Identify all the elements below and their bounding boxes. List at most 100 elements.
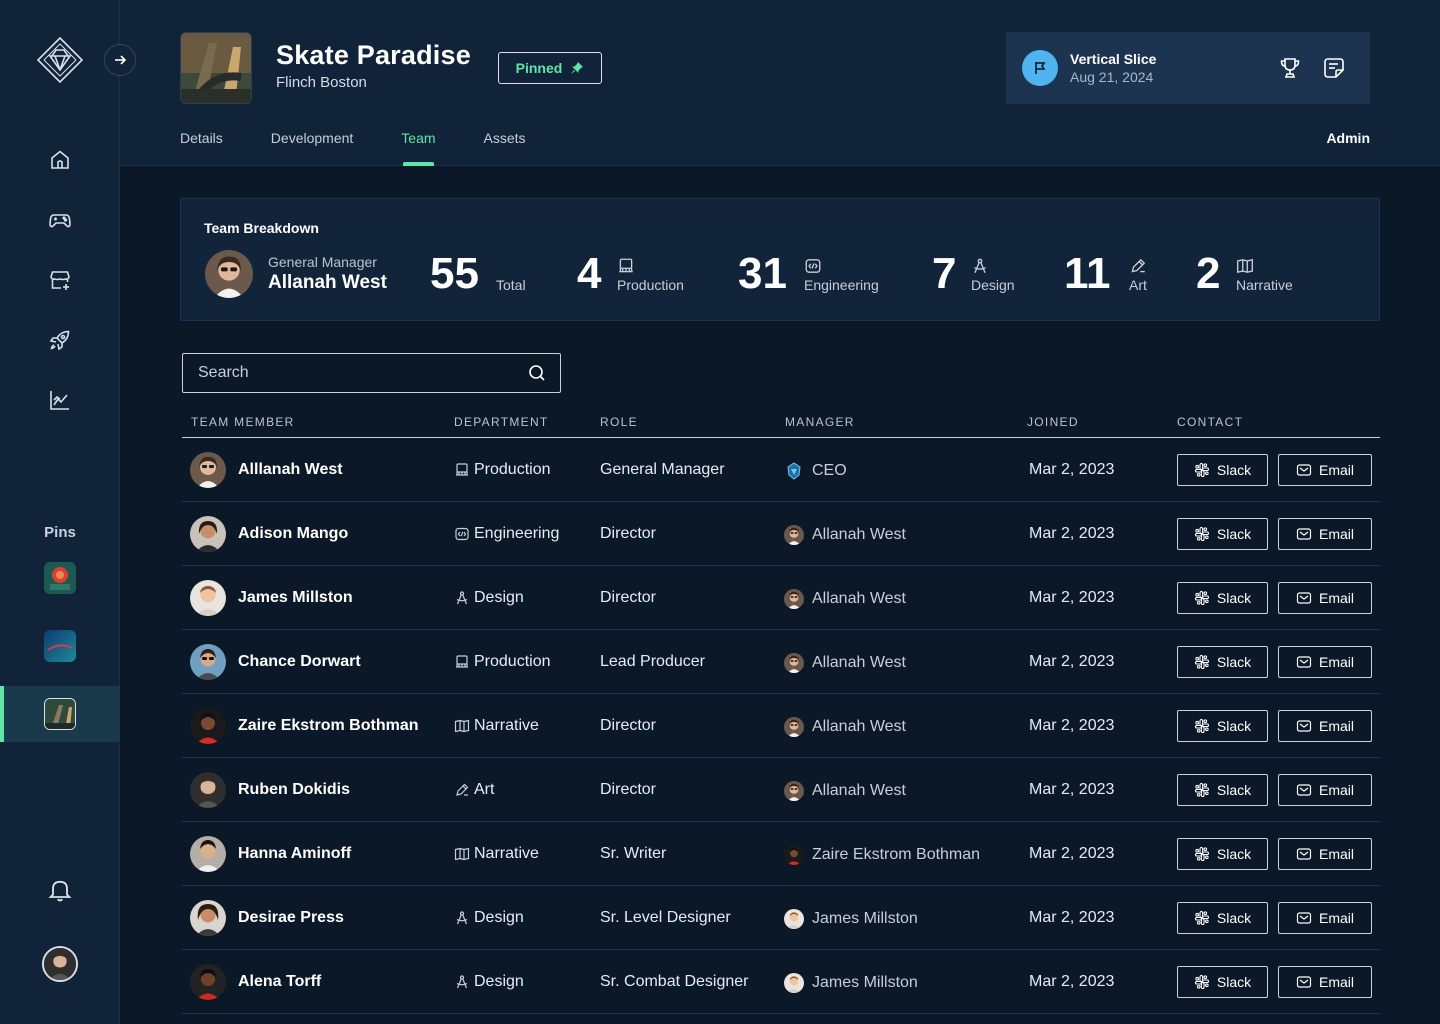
manager-name: CEO xyxy=(812,462,847,479)
col-role[interactable]: ROLE xyxy=(600,415,638,429)
manager-avatar xyxy=(784,461,804,481)
table-row[interactable]: Adison Mango Engineering Director Allanah W… xyxy=(182,502,1380,566)
member-name[interactable]: Ruben Dokidis xyxy=(238,781,350,799)
email-icon xyxy=(1296,974,1312,990)
member-role: Sr. Combat Designer xyxy=(600,973,749,990)
trophy-icon[interactable] xyxy=(1278,56,1302,80)
member-role: Sr. Writer xyxy=(600,845,667,862)
member-name[interactable]: Desirae Press xyxy=(238,909,344,927)
col-manager[interactable]: MANAGER xyxy=(785,415,855,429)
user-avatar[interactable] xyxy=(42,946,78,982)
slack-button[interactable]: Slack xyxy=(1177,710,1268,742)
member-name[interactable]: Alllanah West xyxy=(238,461,343,479)
member-name[interactable]: Alena Torff xyxy=(238,973,321,991)
member-department: Design xyxy=(454,589,524,607)
manager-avatar xyxy=(784,909,804,929)
home-icon[interactable] xyxy=(46,146,74,174)
slack-button[interactable]: Slack xyxy=(1177,646,1268,678)
gamepad-icon[interactable] xyxy=(46,206,74,234)
slack-button[interactable]: Slack xyxy=(1177,454,1268,486)
project-tabs: Details Development Team Assets xyxy=(180,130,574,166)
slack-button[interactable]: Slack xyxy=(1177,774,1268,806)
member-avatar xyxy=(190,964,226,1000)
member-avatar xyxy=(190,452,226,488)
email-button[interactable]: Email xyxy=(1278,518,1372,550)
col-department[interactable]: DEPARTMENT xyxy=(454,415,549,429)
member-name[interactable]: James Millston xyxy=(238,589,353,607)
email-icon xyxy=(1296,526,1312,542)
pinned-project-3[interactable] xyxy=(44,698,76,730)
analytics-icon[interactable] xyxy=(46,386,74,414)
breakdown-title: Team Breakdown xyxy=(204,220,319,236)
notifications-bell-icon[interactable] xyxy=(46,876,74,904)
narrative-icon xyxy=(454,846,470,862)
member-avatar xyxy=(190,580,226,616)
table-row[interactable]: Alllanah West Production General Manager CE… xyxy=(182,438,1380,502)
studio-logo-icon[interactable] xyxy=(36,36,84,84)
member-name[interactable]: Chance Dorwart xyxy=(238,653,361,671)
tab-team[interactable]: Team xyxy=(401,130,436,166)
manager-name: James Millston xyxy=(812,910,918,927)
manager-avatar xyxy=(784,589,804,609)
email-button[interactable]: Email xyxy=(1278,454,1372,486)
team-table-header: TEAM MEMBER DEPARTMENT ROLE MANAGER JOIN… xyxy=(182,412,1380,438)
email-button[interactable]: Email xyxy=(1278,774,1372,806)
slack-button[interactable]: Slack xyxy=(1177,966,1268,998)
general-manager-role: General Manager xyxy=(268,254,377,270)
narrative-icon xyxy=(1236,257,1254,275)
table-row[interactable]: Chance Dorwart Production Lead Producer All… xyxy=(182,630,1380,694)
member-role: Director xyxy=(600,589,657,606)
table-row[interactable]: Hanna Aminoff Narrative Sr. Writer Zaire Ek… xyxy=(182,822,1380,886)
table-row[interactable]: Zaire Ekstrom Bothman Narrative Director Al… xyxy=(182,694,1380,758)
email-button[interactable]: Email xyxy=(1278,966,1372,998)
rocket-icon[interactable] xyxy=(46,326,74,354)
email-button[interactable]: Email xyxy=(1278,582,1372,614)
department-label: Art xyxy=(474,781,495,798)
slack-label: Slack xyxy=(1216,846,1252,862)
sidebar: Pins xyxy=(0,0,120,1024)
member-name[interactable]: Hanna Aminoff xyxy=(238,845,351,863)
member-avatar xyxy=(190,708,226,744)
pinned-project-2[interactable] xyxy=(44,630,76,662)
slack-icon xyxy=(1194,526,1210,542)
tab-assets[interactable]: Assets xyxy=(484,130,526,166)
slack-button[interactable]: Slack xyxy=(1177,902,1268,934)
pinned-project-1[interactable] xyxy=(44,562,76,594)
member-role: Sr. Level Designer xyxy=(600,909,731,926)
table-row[interactable]: Ruben Dokidis Art Director Allanah West Mar … xyxy=(182,758,1380,822)
email-button[interactable]: Email xyxy=(1278,902,1372,934)
table-row[interactable]: Alena Torff Design Sr. Combat Designer Jame… xyxy=(182,950,1380,1014)
email-button[interactable]: Email xyxy=(1278,710,1372,742)
email-button[interactable]: Email xyxy=(1278,838,1372,870)
slack-button[interactable]: Slack xyxy=(1177,582,1268,614)
member-manager: James Millston xyxy=(784,909,918,929)
slack-button[interactable]: Slack xyxy=(1177,518,1268,550)
col-contact[interactable]: CONTACT xyxy=(1177,415,1243,429)
department-label: Design xyxy=(474,909,524,926)
tab-development[interactable]: Development xyxy=(271,130,354,166)
slack-button[interactable]: Slack xyxy=(1177,838,1268,870)
table-row[interactable]: Desirae Press Design Sr. Level Designer Jam… xyxy=(182,886,1380,950)
slack-label: Slack xyxy=(1216,462,1252,478)
general-manager-avatar xyxy=(205,250,253,298)
search-input[interactable] xyxy=(183,354,523,392)
member-manager: Allanah West xyxy=(784,717,906,737)
tab-details[interactable]: Details xyxy=(180,130,223,166)
col-joined[interactable]: JOINED xyxy=(1027,415,1079,429)
art-icon xyxy=(454,782,470,798)
department-label: Engineering xyxy=(474,525,560,542)
search-icon[interactable] xyxy=(528,364,546,382)
pinned-button[interactable]: Pinned xyxy=(498,52,602,84)
sticky-note-icon[interactable] xyxy=(1322,56,1346,80)
member-name[interactable]: Zaire Ekstrom Bothman xyxy=(238,717,418,735)
email-icon xyxy=(1296,654,1312,670)
store-icon[interactable] xyxy=(46,266,74,294)
member-name[interactable]: Adison Mango xyxy=(238,525,348,543)
slack-icon xyxy=(1194,846,1210,862)
expand-sidebar-button[interactable] xyxy=(104,44,136,76)
col-team-member[interactable]: TEAM MEMBER xyxy=(191,415,295,429)
table-row[interactable]: James Millston Design Director Allanah West… xyxy=(182,566,1380,630)
email-button[interactable]: Email xyxy=(1278,646,1372,678)
department-label: Production xyxy=(474,461,551,478)
admin-link[interactable]: Admin xyxy=(1326,130,1370,146)
